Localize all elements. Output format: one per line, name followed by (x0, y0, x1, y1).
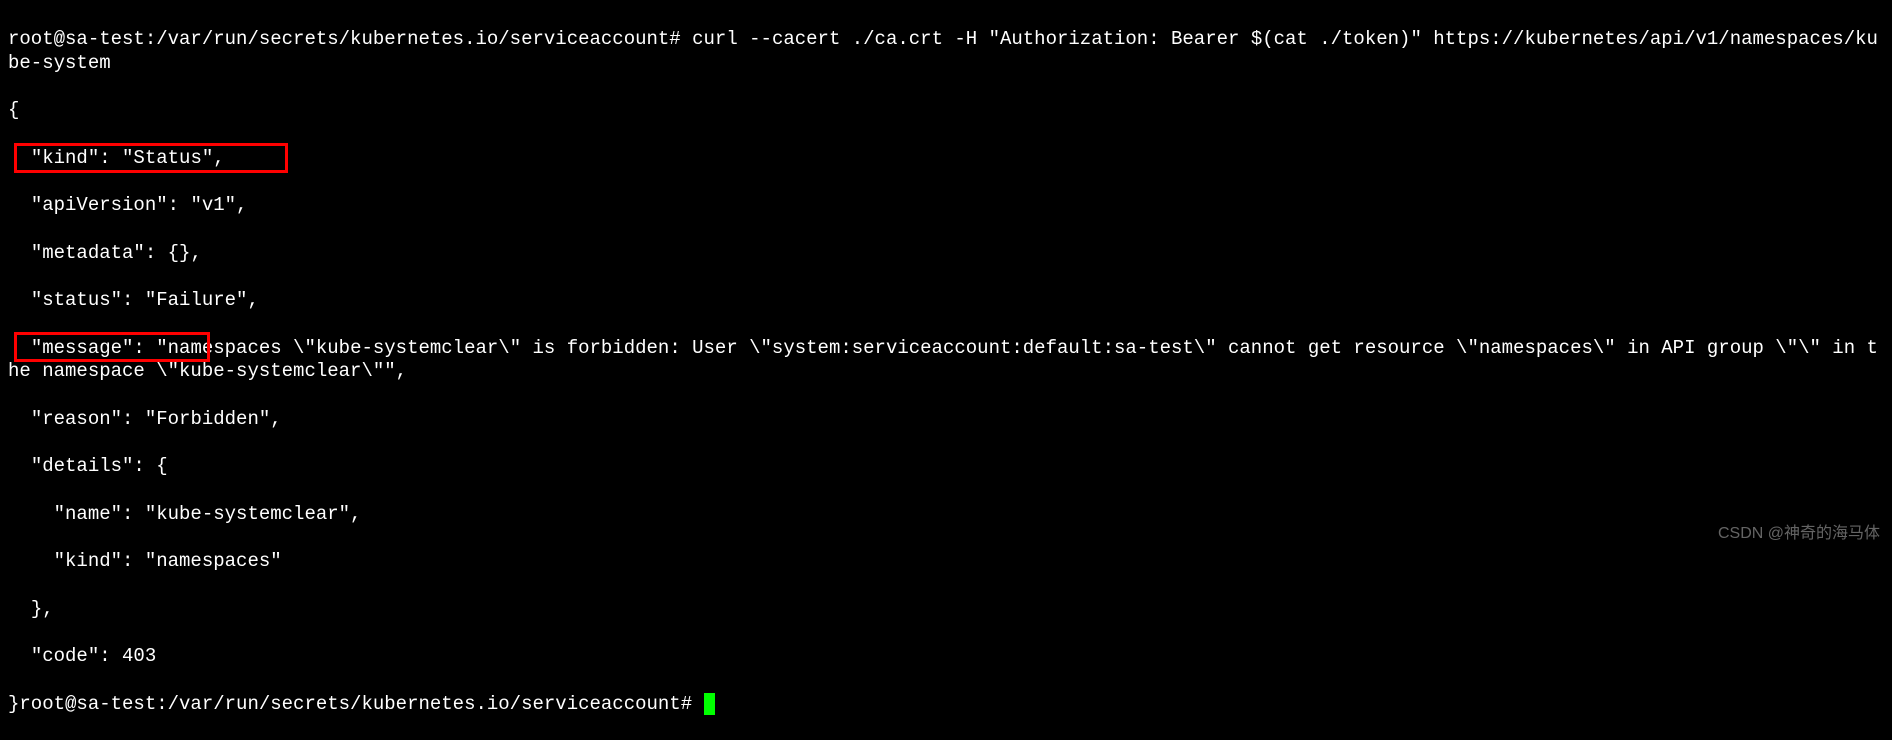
terminal-output[interactable]: root@sa-test:/var/run/secrets/kubernetes… (8, 4, 1884, 740)
json-status-line: "status": "Failure", (8, 289, 1884, 313)
shell-prompt: root@sa-test:/var/run/secrets/kubernetes… (8, 28, 692, 50)
json-line: }, (8, 598, 1884, 622)
json-line: "name": "kube-systemclear", (8, 503, 1884, 527)
json-line: "reason": "Forbidden", (8, 408, 1884, 432)
json-close: } (8, 693, 19, 715)
json-line: "kind": "Status", (8, 147, 1884, 171)
json-line: "details": { (8, 455, 1884, 479)
json-code-line: "code": 403 (8, 645, 1884, 669)
shell-prompt: root@sa-test:/var/run/secrets/kubernetes… (19, 693, 703, 715)
watermark-text: CSDN @神奇的海马体 (1718, 524, 1880, 544)
json-line: "metadata": {}, (8, 242, 1884, 266)
json-line: "apiVersion": "v1", (8, 194, 1884, 218)
json-line: "message": "namespaces \"kube-systemclea… (8, 337, 1884, 385)
json-line: { (8, 99, 1884, 123)
terminal-cursor (704, 693, 715, 715)
